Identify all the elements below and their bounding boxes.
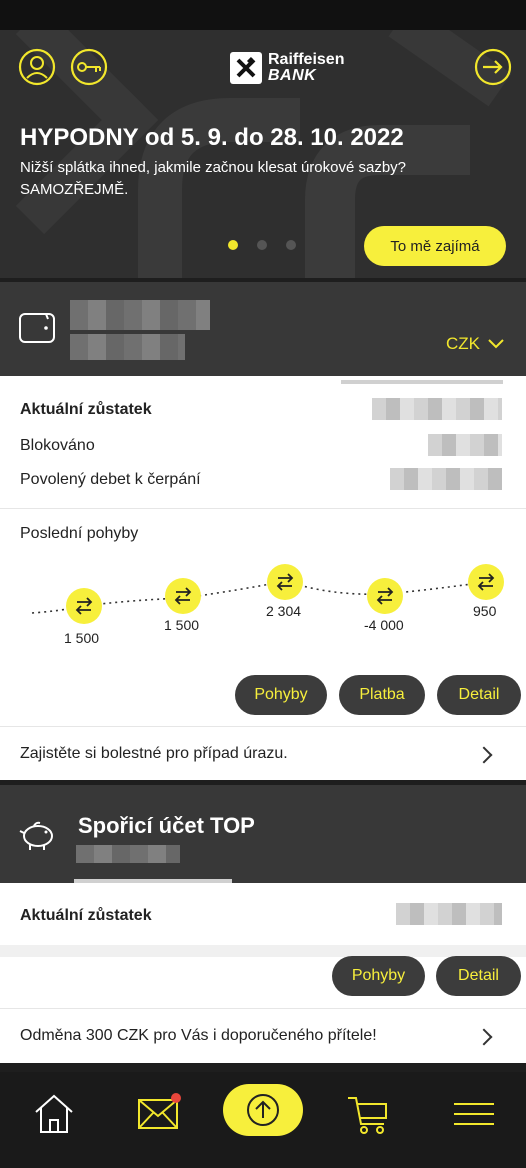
- savings-account-header[interactable]: Spořicí účet TOP: [0, 785, 526, 883]
- balance-value-redacted: [396, 903, 502, 925]
- logout-icon[interactable]: [474, 48, 512, 86]
- notification-dot: [171, 1093, 181, 1103]
- logo-mark-icon: [230, 52, 262, 84]
- blocked-value-redacted: [428, 434, 502, 456]
- mail-icon[interactable]: [136, 1090, 184, 1138]
- brand-name-line2: BANK: [268, 67, 317, 84]
- carousel-dot-2[interactable]: [257, 240, 267, 250]
- account-number-redacted: [70, 334, 185, 360]
- home-icon[interactable]: [30, 1090, 78, 1138]
- brand-name-line1: Raiffeisen: [268, 51, 345, 68]
- status-bar: [0, 0, 526, 30]
- movements-timeline[interactable]: 1 500 1 500 2 304 -4 000 950: [0, 536, 526, 656]
- chevron-down-icon: [488, 339, 504, 349]
- blocked-label: Blokováno: [20, 437, 95, 454]
- movement-amount: 1 500: [64, 630, 100, 646]
- promo-text: Odměna 300 CZK pro Vás i doporučeného př…: [20, 1027, 377, 1044]
- account-number-redacted: [76, 845, 180, 863]
- currency-selector[interactable]: CZK: [446, 334, 504, 354]
- cart-icon[interactable]: [346, 1090, 394, 1138]
- detail-button[interactable]: Detail: [437, 675, 521, 715]
- bottom-navigation: [0, 1072, 526, 1168]
- movement-amount: 950: [473, 603, 497, 619]
- carousel-dot-1[interactable]: [228, 240, 238, 250]
- transfer-icon: [66, 588, 102, 624]
- movement-amount: 1 500: [164, 617, 200, 633]
- currency-label: CZK: [446, 334, 480, 353]
- promo-text: Zajistěte si bolestné pro případ úrazu.: [20, 745, 288, 762]
- account-name-redacted: [70, 300, 210, 330]
- chevron-right-icon: [475, 1028, 493, 1046]
- interest-button[interactable]: To mě zajímá: [364, 226, 506, 266]
- wallet-icon: [18, 310, 58, 351]
- movement-amount: 2 304: [266, 603, 302, 619]
- piggy-bank-icon: [18, 817, 58, 858]
- overdraft-label: Povolený debet k čerpání: [20, 471, 201, 488]
- account-card: Aktuální zůstatek Blokováno Povolený deb…: [0, 376, 526, 780]
- key-icon[interactable]: [70, 48, 108, 86]
- savings-account-card: Aktuální zůstatek Pohyby Detail Odměna 3…: [0, 883, 526, 1063]
- overdraft-value-redacted: [390, 468, 502, 490]
- movement-item[interactable]: [165, 578, 201, 619]
- chevron-right-icon: [475, 746, 493, 764]
- movement-item[interactable]: [468, 564, 504, 605]
- balance-label: Aktuální zůstatek: [20, 401, 152, 418]
- transfer-icon: [267, 564, 303, 600]
- movements-button[interactable]: Pohyby: [235, 675, 327, 715]
- movement-item[interactable]: [367, 578, 403, 619]
- divider: [0, 945, 526, 957]
- promo-row-injury[interactable]: Zajistěte si bolestné pro případ úrazu.: [0, 727, 526, 780]
- transfer-icon: [468, 564, 504, 600]
- balance-label: Aktuální zůstatek: [20, 907, 152, 924]
- promo-banner[interactable]: Raiffeisen BANK HYPODNY od 5. 9. do 28. …: [0, 30, 526, 278]
- profile-icon[interactable]: [18, 48, 56, 86]
- savings-account-name: Spořicí účet TOP: [78, 813, 255, 838]
- account-header[interactable]: CZK: [0, 282, 526, 376]
- transfer-icon: [367, 578, 403, 614]
- menu-icon[interactable]: [452, 1090, 500, 1138]
- divider: [0, 508, 526, 509]
- bank-logo: Raiffeisen BANK: [230, 50, 344, 86]
- balance-value-redacted: [372, 398, 502, 420]
- carousel-dots[interactable]: [228, 240, 296, 250]
- detail-button[interactable]: Detail: [436, 956, 521, 996]
- carousel-dot-3[interactable]: [286, 240, 296, 250]
- upload-icon[interactable]: [223, 1084, 303, 1136]
- movement-amount: -4 000: [364, 617, 404, 633]
- banner-subtitle: Nižší splátka ihned, jakmile začnou kles…: [20, 159, 407, 198]
- movement-item[interactable]: [267, 564, 303, 605]
- movements-button[interactable]: Pohyby: [332, 956, 425, 996]
- transfer-icon: [165, 578, 201, 614]
- payment-button[interactable]: Platba: [339, 675, 425, 715]
- banner-title: HYPODNY od 5. 9. do 28. 10. 2022: [20, 124, 404, 151]
- promo-row-referral[interactable]: Odměna 300 CZK pro Vás i doporučeného př…: [0, 1009, 526, 1063]
- movement-item[interactable]: [64, 588, 104, 629]
- redaction-bar: [341, 380, 503, 384]
